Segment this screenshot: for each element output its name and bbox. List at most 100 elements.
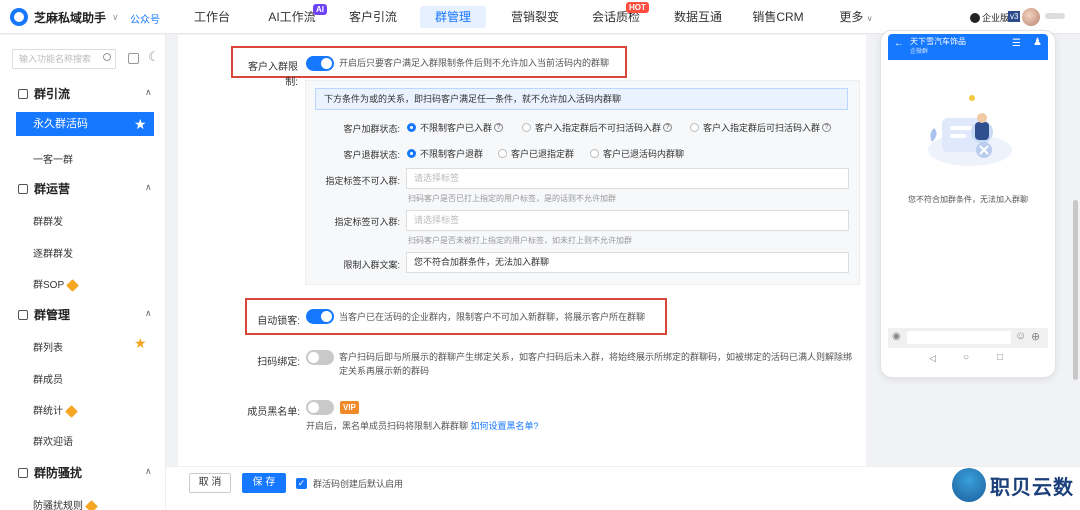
chevron-down-icon[interactable]: ∨ <box>112 12 119 23</box>
radio-unselected <box>498 149 507 158</box>
nav-more-label: 更多 <box>839 10 864 24</box>
join-limit-desc: 开启后只要客户满足入群限制条件后则不允许加入当前活码内的群聊 <box>339 58 610 68</box>
star-icon[interactable]: ★ <box>134 116 147 133</box>
sidebar-group-label: 群管理 <box>34 308 71 322</box>
shield-icon <box>18 467 28 478</box>
save-button[interactable]: 保 存 <box>242 473 286 493</box>
sidebar-group-group-management[interactable]: 群管理 <box>18 306 70 323</box>
phone-limit-message: 您不符合加群条件，无法加入群聊 <box>908 195 1028 204</box>
nav-customer-acquisition[interactable]: 客户引流 <box>345 0 401 34</box>
phone-text-input <box>907 331 1011 344</box>
search-input[interactable]: 输入功能名称搜索 <box>12 49 116 69</box>
join-limit-toggle[interactable] <box>306 56 334 71</box>
moon-icon[interactable]: ☾ <box>148 49 160 65</box>
sidebar-item-group-broadcast[interactable]: 群群发 <box>33 213 63 228</box>
auto-lock-desc: 当客户已在活码的企业群内，限制客户不可加入新群聊，将展示客户所在群聊 <box>339 312 646 322</box>
default-enable-checkbox[interactable]: ✓ <box>296 478 307 489</box>
help-icon[interactable]: ? <box>494 123 504 132</box>
toggle-knob <box>321 58 332 69</box>
sidebar-item-group-stats[interactable]: 群统计 <box>33 402 78 418</box>
quit-status-option-2[interactable]: 客户已退活码内群聊 <box>590 147 684 160</box>
sidebar-group-group-acquisition[interactable]: 群引流 <box>18 85 70 102</box>
join-status-option-0[interactable]: 不限制客户已入群? <box>407 121 504 134</box>
sidebar-item-label: 群统计 <box>33 406 63 417</box>
help-icon[interactable]: ? <box>663 123 673 132</box>
join-status-option-2[interactable]: 客户入指定群后可扫活码入群? <box>690 121 832 134</box>
nav-group-management[interactable]: 群管理 <box>420 6 486 28</box>
brand-watermark: 职贝云数 <box>952 468 1074 502</box>
app-logo-icon <box>10 8 28 26</box>
toggle-knob <box>308 402 319 413</box>
sidebar-item-group-members[interactable]: 群成员 <box>33 371 63 386</box>
brand-logo-icon <box>952 468 986 502</box>
nav-back-icon: ◁ <box>929 353 936 363</box>
option-label: 客户已退活码内群聊 <box>603 149 685 159</box>
chevron-up-icon[interactable]: ∧ <box>145 466 152 477</box>
version-badge: v3 <box>1008 11 1021 22</box>
join-status-option-1[interactable]: 客户入指定群后不可扫活码入群? <box>522 121 673 134</box>
tag-block-select[interactable]: 请选择标签 <box>406 168 849 189</box>
search-icon[interactable] <box>103 53 111 61</box>
sidebar: 输入功能名称搜索 ☾ 群引流 ∧ 永久群活码 ★ 一客一群 群运营 ∧ 群群发 … <box>0 35 166 510</box>
sidebar-group-label: 群运营 <box>34 182 71 196</box>
brand-name: 职贝云数 <box>990 476 1074 499</box>
join-limit-label: 客户入群限制: <box>248 62 298 88</box>
layout-icon[interactable] <box>128 53 139 64</box>
nav-sales-crm[interactable]: 销售CRM <box>750 0 806 34</box>
blacklist-help-link[interactable]: 如何设置黑名单? <box>471 421 539 431</box>
app-logo[interactable]: 芝麻私域助手 ∨ <box>10 8 119 26</box>
sidebar-item-group-sop[interactable]: 群SOP <box>33 276 79 292</box>
diamond-icon <box>66 278 79 292</box>
nav-more[interactable]: 更多 ∨ <box>836 0 876 34</box>
limit-text-label: 限制入群文案: <box>343 260 400 270</box>
user-name-blurred[interactable] <box>1045 13 1065 19</box>
back-arrow-icon: ← <box>894 38 904 49</box>
app-name: 芝麻私域助手 <box>34 10 107 25</box>
conditions-info: 下方条件为或的关系，即扫码客户满足任一条件，就不允许加入活码内群聊 <box>315 88 848 110</box>
blacklist-label: 成员黑名单: <box>247 407 300 418</box>
chevron-up-icon[interactable]: ∧ <box>145 182 152 193</box>
quit-status-option-1[interactable]: 客户已退指定群 <box>498 147 574 160</box>
radio-selected <box>407 149 416 158</box>
sidebar-item-anti-harassment-rules[interactable]: 防骚扰规则 <box>33 497 98 510</box>
hot-badge: HOT <box>626 2 649 13</box>
phone-chat-subtitle: 企微群 <box>910 49 929 55</box>
option-label: 客户已退指定群 <box>511 149 575 159</box>
scan-bind-toggle[interactable] <box>306 350 334 365</box>
people-icon <box>18 88 28 99</box>
nav-data-interop[interactable]: 数据互通 <box>670 0 726 34</box>
help-icon[interactable]: ? <box>822 123 832 132</box>
scrollbar[interactable] <box>1073 200 1078 380</box>
sidebar-item-per-group-broadcast[interactable]: 逐群群发 <box>33 245 73 260</box>
edition-badge: 企业版 <box>970 11 1009 24</box>
nav-marketing-fission[interactable]: 营销裂变 <box>507 0 563 34</box>
blacklist-toggle[interactable] <box>306 400 334 415</box>
avatar[interactable] <box>1022 8 1040 26</box>
nav-workbench[interactable]: 工作台 <box>188 0 236 34</box>
ai-badge: AI <box>313 4 327 15</box>
auto-lock-toggle[interactable] <box>306 309 334 324</box>
quit-status-label: 客户退群状态: <box>343 150 400 160</box>
sidebar-item-group-list[interactable]: 群列表 <box>33 339 63 354</box>
tag-allow-select[interactable]: 请选择标签 <box>406 210 849 231</box>
person-icon: ♟ <box>1033 37 1042 48</box>
vip-badge: VIP <box>340 401 359 414</box>
sidebar-group-group-operations[interactable]: 群运营 <box>18 180 70 197</box>
quit-status-option-0[interactable]: 不限制客户退群 <box>407 147 483 160</box>
operations-icon <box>18 183 28 194</box>
enterprise-icon <box>970 12 980 23</box>
scan-bind-label: 扫码绑定: <box>257 357 300 368</box>
account-type-link[interactable]: 公众号 <box>130 11 160 26</box>
chevron-up-icon[interactable]: ∧ <box>145 87 152 98</box>
diamond-icon <box>85 499 98 510</box>
limit-text-input[interactable]: 您不符合加群条件，无法加入群聊 <box>406 252 849 273</box>
chevron-up-icon[interactable]: ∧ <box>145 308 152 319</box>
blacklist-desc: 开启后，黑名单成员扫码将限制入群群聊 <box>306 421 469 431</box>
sidebar-item-group-welcome[interactable]: 群欢迎语 <box>33 433 73 448</box>
star-icon[interactable]: ★ <box>134 335 147 352</box>
sidebar-group-anti-harassment[interactable]: 群防骚扰 <box>18 464 82 481</box>
cancel-button[interactable]: 取 消 <box>189 473 231 493</box>
radio-selected <box>407 123 416 132</box>
scan-bind-desc: 客户扫码后即与所展示的群聊产生绑定关系，如客户扫码后未入群，将始终展示所绑定的群… <box>339 352 853 362</box>
sidebar-item-one-customer-one-group[interactable]: 一客一群 <box>33 151 73 166</box>
